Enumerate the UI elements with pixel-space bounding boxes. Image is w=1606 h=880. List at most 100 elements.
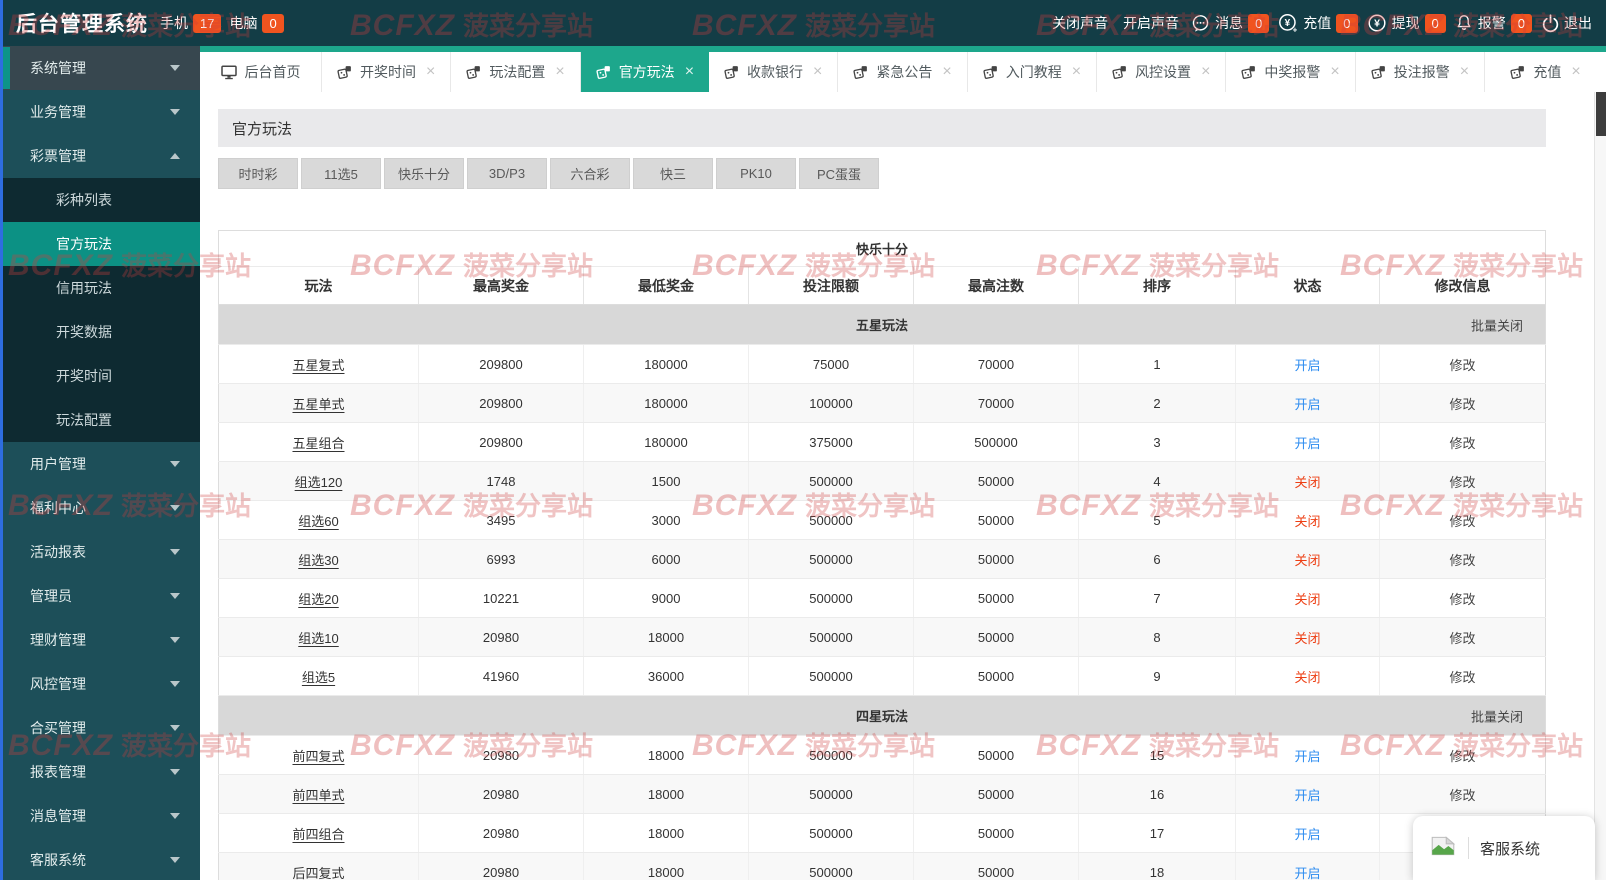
tab-close-icon[interactable]: × <box>942 64 951 80</box>
edit-link[interactable]: 修改 <box>1450 397 1476 412</box>
edit-link[interactable]: 修改 <box>1450 749 1476 764</box>
sidebar-item-系统管理[interactable]: 系统管理 <box>0 46 200 90</box>
submenu-item-彩种列表[interactable]: 彩种列表 <box>0 178 200 222</box>
edit-link[interactable]: 修改 <box>1450 592 1476 607</box>
status-toggle-link[interactable]: 开启 <box>1294 397 1320 412</box>
chevron-down-icon <box>170 109 180 115</box>
sidebar-item-管理员[interactable]: 管理员 <box>0 574 200 618</box>
counter-消息[interactable]: 消息 0 <box>1191 13 1270 33</box>
status-toggle-link[interactable]: 关闭 <box>1294 592 1320 607</box>
status-toggle-link[interactable]: 关闭 <box>1294 670 1320 685</box>
header-link-关闭声音[interactable]: 关闭声音 <box>1052 13 1108 33</box>
play-name-link[interactable]: 组选5 <box>302 670 335 685</box>
status-toggle-link[interactable]: 关闭 <box>1294 553 1320 568</box>
status-toggle-link[interactable]: 开启 <box>1294 749 1320 764</box>
max-bets-cell: 50000 <box>913 774 1079 814</box>
play-name-link[interactable]: 前四复式 <box>292 749 344 764</box>
sidebar-item-福利中心[interactable]: 福利中心 <box>0 486 200 530</box>
sidebar-item-业务管理[interactable]: 业务管理 <box>0 90 200 134</box>
submenu-item-玩法配置[interactable]: 玩法配置 <box>0 398 200 442</box>
play-name-link[interactable]: 五星复式 <box>292 358 344 373</box>
tab-close-icon[interactable]: × <box>1201 64 1210 80</box>
tab-中奖报警[interactable]: 中奖报警 × <box>1226 52 1356 92</box>
play-cell: 前四组合 <box>218 813 419 853</box>
submenu-item-开奖时间[interactable]: 开奖时间 <box>0 354 200 398</box>
sidebar-item-报表管理[interactable]: 报表管理 <box>0 750 200 794</box>
tab-充值[interactable]: 充值 × <box>1485 52 1606 92</box>
sidebar-item-风控管理[interactable]: 风控管理 <box>0 662 200 706</box>
status-toggle-link[interactable]: 关闭 <box>1294 631 1320 646</box>
lottery-button-快乐十分[interactable]: 快乐十分 <box>384 158 464 189</box>
tab-入门教程[interactable]: 入门教程 × <box>967 52 1098 92</box>
lottery-button-11选5[interactable]: 11选5 <box>301 158 381 189</box>
counter-报警[interactable]: 报警 0 <box>1455 13 1532 33</box>
sidebar-item-用户管理[interactable]: 用户管理 <box>0 442 200 486</box>
batch-close-button[interactable]: 批量关闭 <box>1471 706 1523 725</box>
batch-close-button[interactable]: 批量关闭 <box>1471 315 1523 334</box>
sidebar-item-合买管理[interactable]: 合买管理 <box>0 706 200 750</box>
tab-close-icon[interactable]: × <box>1460 64 1469 80</box>
tab-close-icon[interactable]: × <box>1330 64 1339 80</box>
counter-充值[interactable]: ¥ + 充值 0 <box>1278 13 1358 33</box>
sidebar-item-彩票管理[interactable]: 彩票管理 <box>0 134 200 178</box>
tab-开奖时间[interactable]: 开奖时间 × <box>322 52 452 92</box>
customer-service-widget[interactable]: 客服系统 <box>1413 816 1595 880</box>
edit-link[interactable]: 修改 <box>1450 436 1476 451</box>
status-toggle-link[interactable]: 开启 <box>1294 866 1320 880</box>
tab-close-icon[interactable]: × <box>1072 64 1081 80</box>
play-name-link[interactable]: 组选120 <box>295 475 343 490</box>
tab-玩法配置[interactable]: 玩法配置 × <box>451 52 581 92</box>
lottery-button-PK10[interactable]: PK10 <box>716 158 796 189</box>
counter-提现[interactable]: ¥ 提现 0 <box>1367 13 1446 33</box>
vertical-scrollbar[interactable] <box>1594 92 1606 880</box>
tab-紧急公告[interactable]: 紧急公告 × <box>838 52 968 92</box>
tab-后台首页[interactable]: 后台首页 <box>200 52 322 92</box>
edit-link[interactable]: 修改 <box>1450 514 1476 529</box>
header-link-开启声音[interactable]: 开启声音 <box>1123 13 1179 33</box>
tab-close-icon[interactable]: × <box>685 64 694 80</box>
status-toggle-link[interactable]: 开启 <box>1294 358 1320 373</box>
lottery-button-3D/P3[interactable]: 3D/P3 <box>467 158 547 189</box>
play-name-link[interactable]: 组选20 <box>298 592 338 607</box>
play-name-link[interactable]: 组选10 <box>298 631 338 646</box>
tab-close-icon[interactable]: × <box>426 64 435 80</box>
play-name-link[interactable]: 前四组合 <box>292 827 344 842</box>
tab-close-icon[interactable]: × <box>813 64 822 80</box>
tab-close-icon[interactable]: × <box>1571 64 1580 80</box>
sidebar-item-理财管理[interactable]: 理财管理 <box>0 618 200 662</box>
status-toggle-link[interactable]: 开启 <box>1294 436 1320 451</box>
edit-link[interactable]: 修改 <box>1450 553 1476 568</box>
status-toggle-link[interactable]: 开启 <box>1294 788 1320 803</box>
submenu-item-信用玩法[interactable]: 信用玩法 <box>0 266 200 310</box>
submenu-item-官方玩法[interactable]: 官方玩法 <box>0 222 200 266</box>
status-toggle-link[interactable]: 关闭 <box>1294 514 1320 529</box>
tab-收款银行[interactable]: 收款银行 × <box>709 52 839 92</box>
lottery-button-PC蛋蛋[interactable]: PC蛋蛋 <box>799 158 879 189</box>
lottery-button-快三[interactable]: 快三 <box>633 158 713 189</box>
tab-官方玩法[interactable]: 官方玩法 × <box>580 52 710 92</box>
sidebar-item-客服系统[interactable]: 客服系统 <box>0 838 200 880</box>
edit-link[interactable]: 修改 <box>1450 358 1476 373</box>
logout-button[interactable]: 退出 <box>1541 13 1592 33</box>
sidebar-item-消息管理[interactable]: 消息管理 <box>0 794 200 838</box>
submenu-item-开奖数据[interactable]: 开奖数据 <box>0 310 200 354</box>
play-name-link[interactable]: 前四单式 <box>292 788 344 803</box>
edit-link[interactable]: 修改 <box>1450 631 1476 646</box>
status-toggle-link[interactable]: 开启 <box>1294 827 1320 842</box>
lottery-button-六合彩[interactable]: 六合彩 <box>550 158 630 189</box>
edit-link[interactable]: 修改 <box>1450 788 1476 803</box>
play-name-link[interactable]: 五星单式 <box>292 397 344 412</box>
scrollbar-thumb[interactable] <box>1596 92 1606 136</box>
play-name-link[interactable]: 五星组合 <box>292 436 344 451</box>
tab-风控设置[interactable]: 风控设置 × <box>1097 52 1227 92</box>
play-name-link[interactable]: 后四复式 <box>292 866 344 880</box>
edit-link[interactable]: 修改 <box>1450 475 1476 490</box>
lottery-button-时时彩[interactable]: 时时彩 <box>218 158 298 189</box>
edit-link[interactable]: 修改 <box>1450 670 1476 685</box>
tab-投注报警[interactable]: 投注报警 × <box>1355 52 1486 92</box>
tab-close-icon[interactable]: × <box>555 64 564 80</box>
play-name-link[interactable]: 组选60 <box>298 514 338 529</box>
status-toggle-link[interactable]: 关闭 <box>1294 475 1320 490</box>
sidebar-item-活动报表[interactable]: 活动报表 <box>0 530 200 574</box>
play-name-link[interactable]: 组选30 <box>298 553 338 568</box>
